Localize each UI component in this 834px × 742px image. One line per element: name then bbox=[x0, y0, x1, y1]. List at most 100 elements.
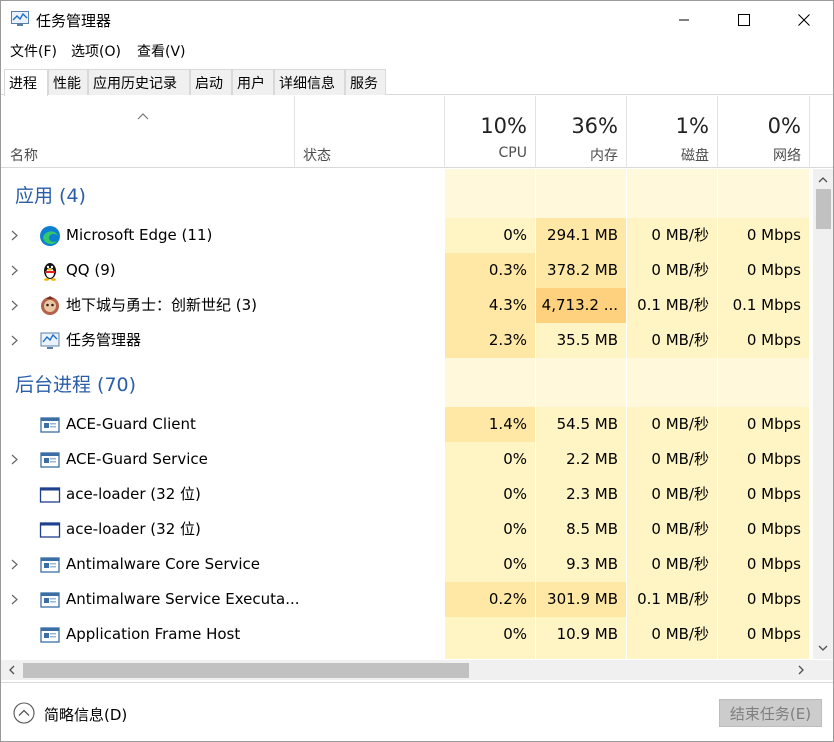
process-row[interactable]: Antimalware Service Executa... 0.2% 301.… bbox=[1, 582, 809, 617]
task-manager-icon bbox=[40, 332, 60, 349]
footer-bar: 简略信息(D) 结束任务(E) bbox=[1, 682, 833, 741]
task-manager-icon bbox=[11, 11, 29, 26]
vertical-scrollbar[interactable] bbox=[813, 169, 833, 659]
window-title: 任务管理器 bbox=[36, 12, 112, 30]
column-cpu-label: CPU bbox=[498, 145, 527, 161]
maximize-button[interactable] bbox=[721, 1, 767, 39]
cpu-total-percent: 10% bbox=[480, 114, 527, 138]
cpu-cell: 0% bbox=[445, 442, 535, 477]
service-app-icon bbox=[40, 627, 60, 643]
network-cell: 0 Mbps bbox=[718, 617, 809, 652]
tab-startup[interactable]: 启动 bbox=[190, 69, 232, 95]
memory-cell: 10.9 MB bbox=[536, 617, 626, 652]
scrollbar-corner bbox=[813, 660, 833, 680]
end-task-button[interactable]: 结束任务(E) bbox=[719, 699, 822, 727]
process-row[interactable]: 地下城与勇士：创新世纪 (3) 4.3% 4,713.2 ... 0.1 MB/… bbox=[1, 288, 809, 323]
process-row[interactable]: Antimalware Core Service 0% 9.3 MB 0 MB/… bbox=[1, 547, 809, 582]
column-header-name[interactable]: 名称 bbox=[1, 96, 294, 168]
game-icon bbox=[41, 296, 59, 315]
chevron-right-icon[interactable] bbox=[11, 559, 19, 570]
process-row[interactable]: ace-loader (32 位) 0% 2.3 MB 0 MB/秒 0 Mbp… bbox=[1, 477, 809, 512]
process-row[interactable]: ace-loader (32 位) 0% 8.5 MB 0 MB/秒 0 Mbp… bbox=[1, 512, 809, 547]
cpu-cell: 0.2% bbox=[445, 582, 535, 617]
collapse-up-icon[interactable] bbox=[13, 702, 35, 724]
chevron-right-icon[interactable] bbox=[11, 454, 19, 465]
column-header-network[interactable]: 0% 网络 bbox=[717, 96, 809, 168]
chevron-right-icon[interactable] bbox=[11, 335, 19, 346]
scroll-left-icon[interactable] bbox=[8, 665, 15, 675]
chevron-right-icon[interactable] bbox=[11, 265, 19, 276]
group-header-background[interactable]: 后台进程 (70) bbox=[1, 366, 809, 401]
column-network-label: 网络 bbox=[773, 148, 801, 164]
process-row[interactable]: ACE-Guard Client 1.4% 54.5 MB 0 MB/秒 0 M… bbox=[1, 407, 809, 442]
chevron-right-icon[interactable] bbox=[11, 230, 19, 241]
process-row[interactable]: Microsoft Edge (11) 0% 294.1 MB 0 MB/秒 0… bbox=[1, 218, 809, 253]
process-name-cell: ACE-Guard Service bbox=[1, 442, 444, 477]
network-cell: 0 Mbps bbox=[718, 407, 809, 442]
cpu-cell: 2.3% bbox=[445, 323, 535, 358]
disk-cell: 0 MB/秒 bbox=[627, 218, 717, 253]
network-cell: 0 Mbps bbox=[718, 442, 809, 477]
network-cell: 0 Mbps bbox=[718, 218, 809, 253]
memory-cell: 294.1 MB bbox=[536, 218, 626, 253]
process-row[interactable] bbox=[1, 652, 809, 659]
vertical-scroll-thumb[interactable] bbox=[816, 189, 831, 229]
scroll-up-icon[interactable] bbox=[818, 176, 828, 183]
process-name-cell: Application Frame Host bbox=[1, 617, 444, 652]
scroll-right-icon[interactable] bbox=[798, 665, 805, 675]
chevron-right-icon[interactable] bbox=[11, 300, 19, 311]
horizontal-scroll-thumb[interactable] bbox=[23, 663, 469, 678]
cpu-cell: 0% bbox=[445, 617, 535, 652]
disk-cell: 0 MB/秒 bbox=[627, 477, 717, 512]
process-row[interactable]: QQ (9) 0.3% 378.2 MB 0 MB/秒 0 Mbps bbox=[1, 253, 809, 288]
process-name: Application Frame Host bbox=[66, 625, 241, 643]
disk-cell: 0 MB/秒 bbox=[627, 407, 717, 442]
cpu-cell: 0% bbox=[445, 218, 535, 253]
network-cell: 0 Mbps bbox=[718, 582, 809, 617]
column-header-disk[interactable]: 1% 磁盘 bbox=[626, 96, 717, 168]
column-header-memory[interactable]: 36% 内存 bbox=[535, 96, 626, 168]
process-name-cell: Microsoft Edge (11) bbox=[1, 218, 444, 253]
process-name: ace-loader (32 位) bbox=[66, 520, 201, 538]
process-row[interactable]: Application Frame Host 0% 10.9 MB 0 MB/秒… bbox=[1, 617, 809, 652]
process-row[interactable]: 任务管理器 2.3% 35.5 MB 0 MB/秒 0 Mbps bbox=[1, 323, 809, 358]
process-name-cell: Antimalware Core Service bbox=[1, 547, 444, 582]
title-bar[interactable]: 任务管理器 bbox=[1, 1, 833, 39]
process-name-cell: 任务管理器 bbox=[1, 323, 444, 358]
network-total-percent: 0% bbox=[767, 114, 801, 138]
tab-app-history[interactable]: 应用历史记录 bbox=[88, 69, 190, 95]
tab-users[interactable]: 用户 bbox=[232, 69, 274, 95]
network-cell: 0 Mbps bbox=[718, 253, 809, 288]
minimize-icon bbox=[679, 19, 689, 21]
scroll-down-icon[interactable] bbox=[818, 645, 828, 652]
disk-cell: 0 MB/秒 bbox=[627, 442, 717, 477]
process-row[interactable]: ACE-Guard Service 0% 2.2 MB 0 MB/秒 0 Mbp… bbox=[1, 442, 809, 477]
disk-cell bbox=[627, 652, 717, 659]
menu-view[interactable]: 查看(V) bbox=[137, 41, 186, 61]
group-header-apps[interactable]: 应用 (4) bbox=[1, 177, 809, 212]
close-button[interactable] bbox=[781, 1, 827, 39]
column-header-status[interactable]: 状态 bbox=[294, 96, 444, 168]
menu-file[interactable]: 文件(F) bbox=[10, 41, 57, 61]
fewer-details-link[interactable]: 简略信息(D) bbox=[44, 704, 127, 725]
process-name: Antimalware Core Service bbox=[66, 555, 261, 573]
menu-options[interactable]: 选项(O) bbox=[71, 41, 121, 61]
disk-cell: 0 MB/秒 bbox=[627, 323, 717, 358]
minimize-button[interactable] bbox=[661, 1, 707, 39]
tab-services[interactable]: 服务 bbox=[345, 69, 386, 95]
chevron-right-icon[interactable] bbox=[11, 594, 19, 605]
network-cell: 0 Mbps bbox=[718, 547, 809, 582]
network-cell: 0.1 Mbps bbox=[718, 288, 809, 323]
disk-cell: 0 MB/秒 bbox=[627, 547, 717, 582]
tab-processes[interactable]: 进程 bbox=[4, 69, 48, 96]
process-name: 任务管理器 bbox=[66, 331, 142, 349]
tab-bar: 进程 性能 应用历史记录 启动 用户 详细信息 服务 bbox=[1, 69, 833, 96]
tab-details[interactable]: 详细信息 bbox=[274, 69, 345, 95]
qq-penguin-icon bbox=[44, 263, 56, 281]
column-header-cpu[interactable]: 10% CPU bbox=[444, 96, 535, 168]
cpu-cell: 1.4% bbox=[445, 407, 535, 442]
disk-cell: 0 MB/秒 bbox=[627, 253, 717, 288]
process-name-cell: Antimalware Service Executa... bbox=[1, 582, 444, 617]
disk-total-percent: 1% bbox=[675, 114, 709, 138]
tab-performance[interactable]: 性能 bbox=[48, 69, 88, 95]
